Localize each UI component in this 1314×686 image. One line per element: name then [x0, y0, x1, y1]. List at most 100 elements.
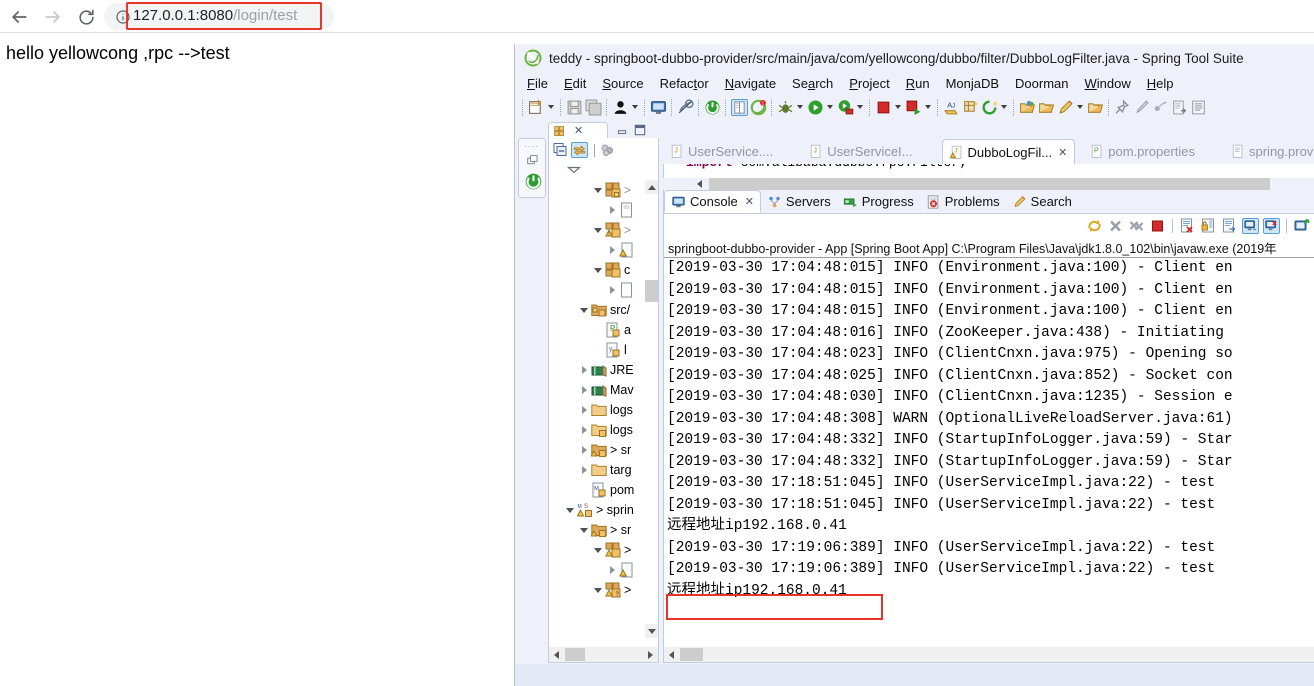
chevron-down-icon[interactable]: [591, 183, 605, 197]
terminate-dropdown[interactable]: [893, 99, 902, 115]
maximize-icon[interactable]: [634, 124, 646, 136]
chevron-down-icon[interactable]: [591, 223, 605, 237]
menu-help[interactable]: Help: [1147, 76, 1174, 91]
tab-problems[interactable]: Problems: [920, 190, 1006, 213]
tree-vertical-scrollbar[interactable]: [645, 180, 658, 638]
save-all-icon[interactable]: [585, 99, 602, 116]
spring-explorer-icon[interactable]: [731, 98, 748, 116]
chevron-down-icon[interactable]: [577, 523, 591, 537]
chevron-right-icon[interactable]: [577, 403, 591, 417]
chevron-down-icon[interactable]: [645, 624, 658, 638]
editor-code-clipped[interactable]: import com.alibaba.dubbo.rpc.Filter;: [663, 164, 1314, 178]
new-java-class-icon[interactable]: A J: [943, 99, 960, 116]
scroll-lock-icon[interactable]: [1200, 218, 1217, 234]
pin-icon[interactable]: [1114, 98, 1131, 116]
list-item[interactable]: ? >: [549, 580, 658, 600]
tab-userservice-1[interactable]: J UserService....: [663, 139, 780, 164]
menu-monjadb[interactable]: MonjaDB: [946, 76, 999, 91]
restore-view-icon[interactable]: [526, 154, 540, 167]
stop-icon[interactable]: [1149, 218, 1166, 234]
link-icon[interactable]: [1152, 99, 1169, 116]
list-item[interactable]: >: [549, 540, 658, 560]
chevron-down-icon[interactable]: [591, 543, 605, 557]
chevron-right-icon[interactable]: [605, 283, 619, 297]
close-icon[interactable]: ✕: [1058, 146, 1067, 159]
chevron-left-icon[interactable]: [693, 178, 706, 190]
console-output[interactable]: [2019-03-30 17:04:48:015] INFO (Environm…: [664, 257, 1314, 639]
spring-boot-icon[interactable]: 1: [750, 99, 767, 116]
run-icon[interactable]: [807, 99, 824, 116]
tab-dubbologfilter[interactable]: J DubboLogFil... ✕: [941, 139, 1076, 164]
open-console-icon[interactable]: [650, 99, 667, 116]
chevron-down-icon[interactable]: [563, 503, 577, 517]
tab-spring-provides[interactable]: spring.provides: [1224, 139, 1314, 164]
tab-progress[interactable]: Progress: [837, 190, 920, 213]
coverage-icon[interactable]: [905, 99, 922, 116]
list-item[interactable]: M pom: [549, 480, 658, 500]
console-horizontal-scrollbar[interactable]: [664, 647, 1314, 662]
tab-search[interactable]: Search: [1006, 190, 1078, 213]
chevron-down-icon[interactable]: [577, 303, 591, 317]
toggle-breadcrumb-icon[interactable]: [677, 98, 694, 116]
list-item[interactable]: src/: [549, 300, 658, 320]
print-icon[interactable]: [612, 99, 629, 116]
menu-edit[interactable]: Edit: [564, 76, 586, 91]
list-item[interactable]: JRE: [549, 360, 658, 380]
chevron-right-icon[interactable]: [643, 647, 658, 662]
list-item[interactable]: P a: [549, 320, 658, 340]
pencil-icon[interactable]: [1057, 99, 1074, 116]
clear-console-icon[interactable]: [1179, 218, 1196, 234]
chevron-left-icon[interactable]: [664, 647, 679, 662]
reload-button[interactable]: [73, 4, 99, 30]
chevron-right-icon[interactable]: [605, 203, 619, 217]
list-item[interactable]: [549, 240, 658, 260]
save-icon[interactable]: [566, 99, 583, 116]
list-item[interactable]: c: [549, 260, 658, 280]
scrollbar-track[interactable]: [709, 178, 1270, 190]
coverage-dropdown[interactable]: [923, 99, 932, 115]
back-button[interactable]: [6, 4, 32, 30]
new-wizard-dropdown[interactable]: [546, 99, 555, 115]
run-external-icon[interactable]: [837, 99, 854, 116]
open-console-icon[interactable]: [1293, 218, 1310, 234]
view-menu-icon[interactable]: [567, 165, 581, 175]
print-dropdown[interactable]: [630, 99, 639, 115]
forward-button[interactable]: [40, 4, 66, 30]
boot-dashboard-icon[interactable]: [524, 172, 543, 191]
debug-dropdown[interactable]: [795, 99, 804, 115]
refresh-dropdown[interactable]: [999, 99, 1008, 115]
boot-dashboard-icon[interactable]: [704, 99, 721, 116]
menu-source[interactable]: Source: [602, 76, 643, 91]
open-resource-icon[interactable]: [1087, 99, 1104, 116]
editor-horizontal-scrollbar[interactable]: [663, 178, 1314, 190]
chevron-down-icon[interactable]: [591, 263, 605, 277]
menu-refactor[interactable]: Refactor: [660, 76, 709, 91]
scrollbar-thumb[interactable]: [565, 648, 585, 661]
menu-search[interactable]: Search: [792, 76, 833, 91]
list-item[interactable]: M S > sprin: [549, 500, 658, 520]
scrollbar-thumb[interactable]: [645, 280, 658, 302]
list-item[interactable]: > sr: [549, 440, 658, 460]
chevron-right-icon[interactable]: [577, 423, 591, 437]
open-task-icon[interactable]: [1038, 99, 1055, 116]
chevron-right-icon[interactable]: [605, 563, 619, 577]
export-icon[interactable]: [1171, 99, 1188, 116]
show-console-on-output-icon[interactable]: [1242, 218, 1259, 234]
list-item[interactable]: ! >: [549, 220, 658, 240]
relaunch-icon[interactable]: [1086, 218, 1103, 234]
word-wrap-icon[interactable]: [1221, 218, 1238, 234]
tab-package-explorer[interactable]: ✕: [548, 122, 608, 139]
minimize-icon[interactable]: [617, 127, 628, 136]
chevron-up-icon[interactable]: [645, 180, 658, 194]
list-item[interactable]: [549, 560, 658, 580]
list-item[interactable]: > sr: [549, 520, 658, 540]
list-item[interactable]: logs: [549, 420, 658, 440]
new-wizard-icon[interactable]: [528, 98, 545, 116]
terminate-icon[interactable]: [1107, 218, 1124, 234]
pencil-dropdown[interactable]: [1075, 99, 1084, 115]
chevron-right-icon[interactable]: [577, 443, 591, 457]
menu-navigate[interactable]: Navigate: [725, 76, 776, 91]
list-item[interactable]: targ: [549, 460, 658, 480]
chevron-right-icon[interactable]: [577, 463, 591, 477]
run-external-dropdown[interactable]: [855, 99, 864, 115]
